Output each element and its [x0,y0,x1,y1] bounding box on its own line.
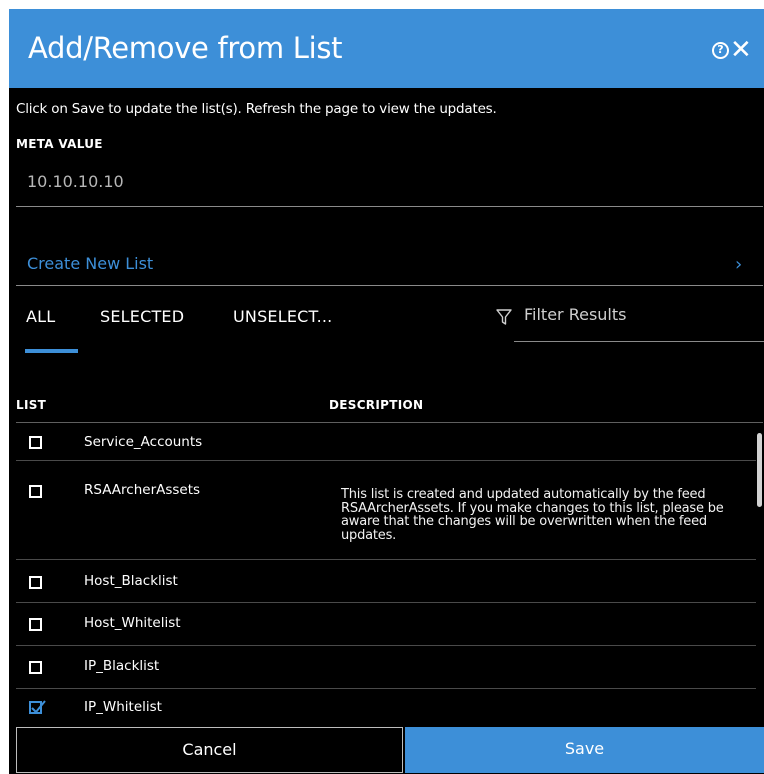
meta-value: 10.10.10.10 [27,172,124,191]
dialog-header: Add/Remove from List ? ✕ [9,9,764,88]
close-icon[interactable]: ✕ [730,35,752,65]
column-header-list[interactable]: LIST [16,398,46,412]
create-new-list-link[interactable]: Create New List [27,254,153,273]
list-name: IP_Whitelist [84,699,162,715]
active-tab-indicator [25,349,78,353]
row-checkbox[interactable] [29,618,42,631]
row-checkbox[interactable] [29,436,42,449]
list-name: RSAArcherAssets [84,482,201,498]
table-row[interactable]: Service_Accounts [16,423,756,461]
table-row[interactable]: IP_Blacklist [16,646,756,689]
list-name: Host_Whitelist [84,615,181,631]
row-checkbox[interactable] [29,576,42,589]
filter-underline [514,341,764,342]
table-row[interactable]: RSAArcherAssets This list is created and… [16,461,756,560]
table-row[interactable]: Host_Whitelist [16,603,756,646]
list-table-body: Service_Accounts RSAArcherAssets This li… [16,423,756,726]
dialog-title: Add/Remove from List [28,31,343,65]
row-checkbox[interactable] [29,661,42,674]
column-header-description[interactable]: DESCRIPTION [329,398,423,412]
filter-icon [496,309,512,325]
list-name: IP_Blacklist [84,658,160,674]
table-row[interactable]: IP_Whitelist [16,689,756,726]
tab-unselected[interactable]: UNSELECT... [233,307,332,326]
table-row[interactable]: Host_Blacklist [16,560,756,603]
list-name: Service_Accounts [84,434,203,450]
chevron-right-icon[interactable]: › [735,254,742,275]
help-icon[interactable]: ? [712,42,729,59]
row-checkbox-checked[interactable] [29,700,46,714]
row-checkbox[interactable] [29,485,42,498]
meta-divider [16,206,763,207]
cancel-button[interactable]: Cancel [16,727,403,773]
create-divider [16,285,763,286]
add-remove-list-dialog: Add/Remove from List ? ✕ Click on Save t… [9,9,764,774]
save-button[interactable]: Save [405,727,764,773]
list-description: This list is created and updated automat… [341,487,724,543]
tab-all[interactable]: ALL [26,307,55,326]
checkmark-icon [31,700,46,714]
list-name: Host_Blacklist [84,573,178,589]
tab-selected[interactable]: SELECTED [100,307,184,326]
meta-value-label: META VALUE [16,137,103,151]
filter-results-input[interactable]: Filter Results [524,305,754,324]
scrollbar-thumb[interactable] [757,433,762,507]
instructions-text: Click on Save to update the list(s). Ref… [16,101,497,117]
